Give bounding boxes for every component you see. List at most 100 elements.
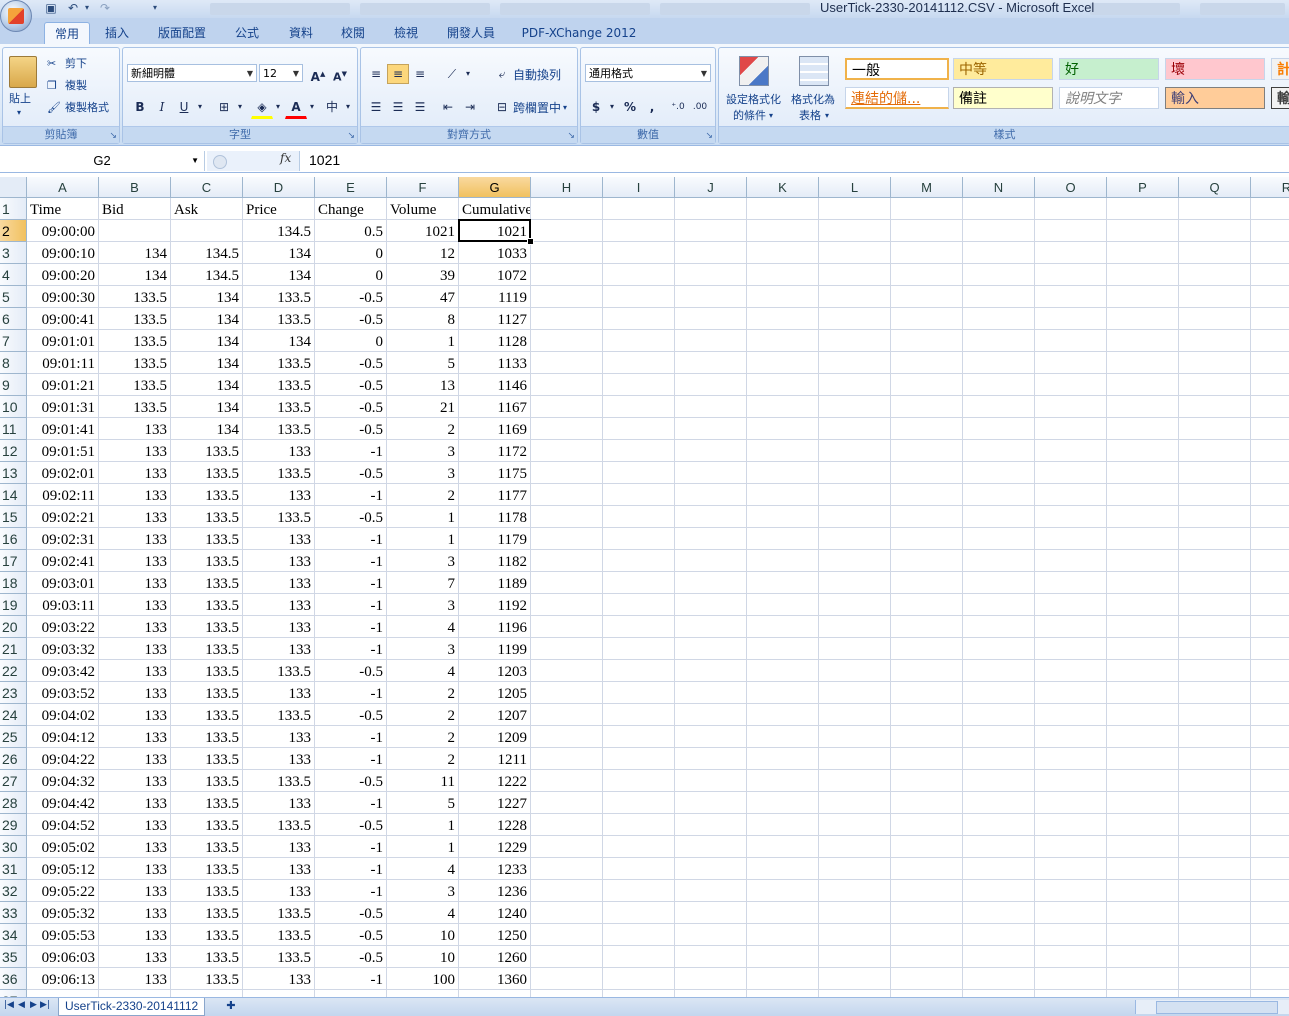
underline-dropdown-icon[interactable]: ▾ (189, 97, 211, 117)
cell[interactable] (963, 352, 1035, 374)
cell[interactable] (1035, 550, 1107, 572)
cell[interactable] (747, 792, 819, 814)
cell[interactable] (963, 638, 1035, 660)
cell[interactable]: 1229 (459, 836, 531, 858)
cell[interactable] (747, 418, 819, 440)
cell[interactable] (603, 396, 675, 418)
cell[interactable]: -1 (315, 858, 387, 880)
cell[interactable] (531, 748, 603, 770)
cell[interactable] (891, 506, 963, 528)
cell[interactable]: -0.5 (315, 462, 387, 484)
cell[interactable] (747, 660, 819, 682)
cell[interactable] (1107, 682, 1179, 704)
formula-input[interactable]: 1021 (309, 152, 340, 168)
merge-center-icon[interactable]: ⊟ (491, 97, 513, 117)
redo-icon[interactable]: ↷ (98, 1, 112, 15)
cell[interactable] (675, 880, 747, 902)
cell[interactable]: 47 (387, 286, 459, 308)
cell[interactable]: 4 (387, 858, 459, 880)
cell[interactable] (1035, 264, 1107, 286)
cell[interactable]: 133 (99, 550, 171, 572)
row-header[interactable]: 10 (0, 396, 27, 418)
cell[interactable] (963, 924, 1035, 946)
cell[interactable] (1251, 748, 1289, 770)
cell[interactable] (963, 440, 1035, 462)
cell[interactable] (819, 990, 891, 997)
cell[interactable]: -1 (315, 440, 387, 462)
cell[interactable] (1251, 506, 1289, 528)
cell[interactable]: 133 (99, 594, 171, 616)
cell[interactable] (531, 902, 603, 924)
cell[interactable]: 09:03:01 (27, 572, 99, 594)
cell[interactable] (675, 946, 747, 968)
cell[interactable] (675, 924, 747, 946)
cell[interactable]: 1179 (459, 528, 531, 550)
cell[interactable]: 133.5 (171, 660, 243, 682)
cell[interactable]: 134 (243, 330, 315, 352)
cell[interactable]: 1169 (459, 418, 531, 440)
cell[interactable] (747, 858, 819, 880)
cell[interactable]: -0.5 (315, 902, 387, 924)
cell[interactable]: 09:04:42 (27, 792, 99, 814)
cell[interactable] (675, 990, 747, 997)
cell[interactable]: 133.5 (171, 616, 243, 638)
cell[interactable] (819, 946, 891, 968)
alignment-launcher-icon[interactable]: ↘ (567, 131, 575, 141)
cell[interactable]: 133.5 (99, 352, 171, 374)
cell[interactable] (891, 792, 963, 814)
cell[interactable]: 133.5 (243, 462, 315, 484)
cell[interactable] (963, 462, 1035, 484)
row-header[interactable]: 28 (0, 792, 27, 814)
row-header[interactable]: 12 (0, 440, 27, 462)
style-bad[interactable]: 壞 (1165, 58, 1265, 80)
font-size-combo[interactable]: 12 ▼ (259, 64, 303, 82)
cell[interactable] (891, 748, 963, 770)
cell[interactable] (675, 242, 747, 264)
cell[interactable]: 133.5 (171, 572, 243, 594)
cell[interactable] (819, 440, 891, 462)
cell[interactable] (963, 220, 1035, 242)
align-top-icon[interactable]: ≡ (365, 64, 387, 84)
name-box[interactable]: G2 ▼ (0, 151, 205, 171)
cell[interactable]: 3 (387, 594, 459, 616)
cell[interactable] (603, 836, 675, 858)
cell[interactable] (531, 264, 603, 286)
cell[interactable] (1107, 242, 1179, 264)
style-good[interactable]: 好 (1059, 58, 1159, 80)
cell[interactable] (891, 682, 963, 704)
cell[interactable]: -0.5 (315, 286, 387, 308)
cell[interactable] (891, 726, 963, 748)
cell[interactable]: 133.5 (99, 308, 171, 330)
align-bottom-icon[interactable]: ≡ (409, 64, 431, 84)
row-header[interactable]: 19 (0, 594, 27, 616)
cell[interactable] (675, 726, 747, 748)
cell[interactable]: 2 (387, 418, 459, 440)
cell[interactable] (1251, 528, 1289, 550)
row-header[interactable]: 24 (0, 704, 27, 726)
cell[interactable]: 10 (387, 946, 459, 968)
cell[interactable]: -1 (315, 594, 387, 616)
cell[interactable] (1179, 330, 1251, 352)
cell[interactable] (603, 374, 675, 396)
row-header[interactable]: 27 (0, 770, 27, 792)
cell[interactable] (1107, 550, 1179, 572)
cell[interactable] (1179, 308, 1251, 330)
cell[interactable] (603, 308, 675, 330)
column-header-b[interactable]: B (99, 177, 171, 198)
cell[interactable]: 1021 (387, 220, 459, 242)
cell[interactable] (1035, 484, 1107, 506)
cell[interactable]: 133 (99, 968, 171, 990)
cell[interactable]: 1222 (459, 770, 531, 792)
cell[interactable]: 133 (243, 858, 315, 880)
cell[interactable] (891, 924, 963, 946)
cell[interactable]: -0.5 (315, 704, 387, 726)
cell[interactable] (675, 264, 747, 286)
cell[interactable] (675, 352, 747, 374)
column-header-d[interactable]: D (243, 177, 315, 198)
style-output[interactable]: 輸 (1271, 87, 1289, 109)
cell[interactable]: 09:04:02 (27, 704, 99, 726)
cell[interactable] (171, 990, 243, 997)
cell[interactable] (1179, 770, 1251, 792)
cell[interactable]: 1127 (459, 308, 531, 330)
cell[interactable]: 133 (99, 418, 171, 440)
